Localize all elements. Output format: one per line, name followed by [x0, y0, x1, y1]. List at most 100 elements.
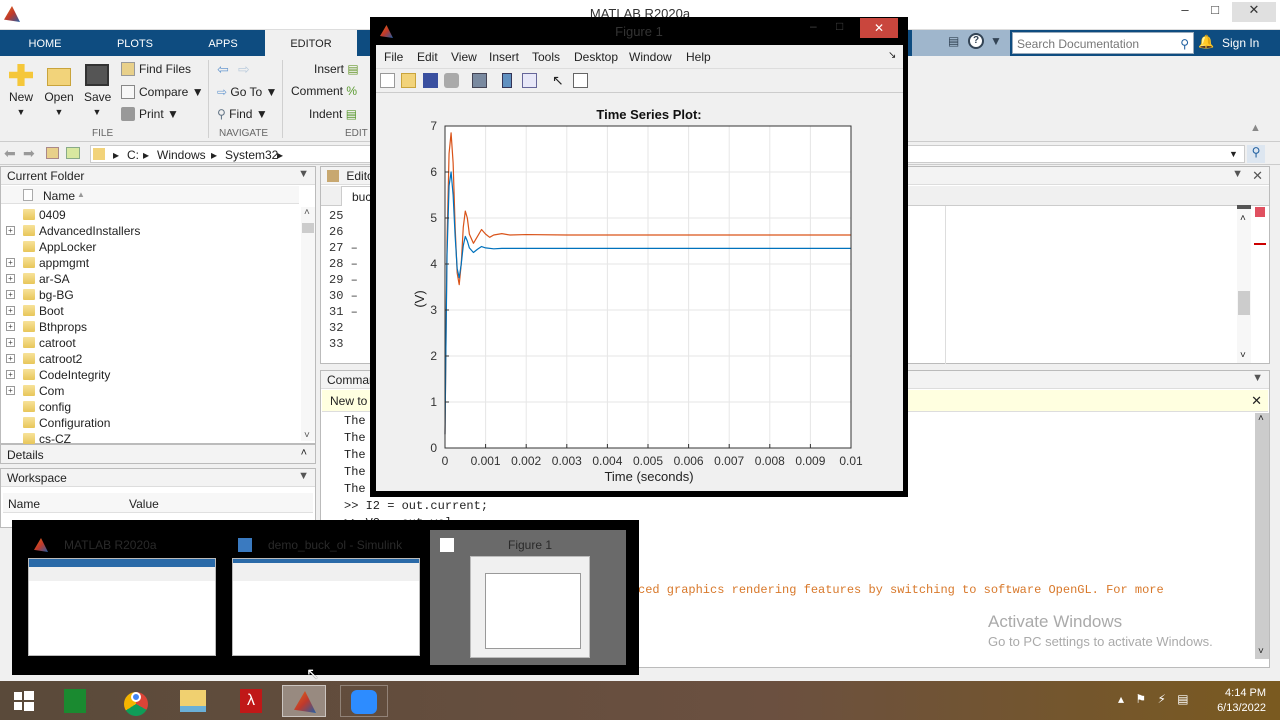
expand-icon[interactable]: + — [6, 386, 15, 395]
tab-editor[interactable]: EDITOR — [265, 30, 357, 56]
show-hidden-icons[interactable]: ▴ — [1118, 692, 1124, 706]
folder-item[interactable]: AppLocker — [1, 239, 299, 255]
menu-help[interactable]: Help — [686, 50, 711, 64]
breadcrumb-item[interactable]: Windows — [157, 148, 206, 162]
find-files-button[interactable]: Find Files — [121, 62, 191, 76]
panel-options-icon[interactable]: ▼ — [1252, 372, 1263, 384]
pointer-icon[interactable]: ↖ — [552, 73, 567, 88]
dock-figure-icon[interactable]: ↘ — [888, 50, 896, 61]
more-options-icon[interactable]: ▼ — [990, 34, 1002, 48]
folder-item[interactable]: + Boot — [1, 303, 299, 319]
folder-item[interactable]: + appmgmt — [1, 255, 299, 271]
expand-icon[interactable]: + — [6, 370, 15, 379]
back-arrow-icon[interactable]: ⇦ — [217, 61, 229, 78]
panel-options-icon[interactable]: ▼ — [1232, 168, 1243, 180]
chrome-icon[interactable] — [114, 685, 154, 717]
folder-item[interactable]: + CodeIntegrity — [1, 367, 299, 383]
up-folder-icon[interactable] — [46, 147, 59, 159]
menu-file[interactable]: File — [384, 50, 403, 64]
tab-home[interactable]: HOME — [10, 30, 80, 56]
tab-plots[interactable]: PLOTS — [100, 30, 170, 56]
legend-icon[interactable] — [522, 73, 537, 88]
insert-button[interactable]: Insert ▤ — [314, 62, 359, 76]
menu-view[interactable]: View — [451, 50, 477, 64]
folder-item[interactable]: + Bthprops — [1, 319, 299, 335]
switcher-item-matlab[interactable]: MATLAB R2020a — [24, 530, 220, 665]
panel-options-icon[interactable]: ▼ — [298, 470, 309, 482]
expand-icon[interactable]: + — [6, 290, 15, 299]
close-editor-icon[interactable]: ✕ — [1252, 168, 1263, 184]
folder-item[interactable]: Configuration — [1, 415, 299, 431]
search-folder-icon[interactable]: ⚲ — [1247, 145, 1265, 163]
folder-item[interactable]: + ar-SA — [1, 271, 299, 287]
minimize-button[interactable]: – — [1170, 2, 1200, 22]
value-column[interactable]: Value — [129, 497, 159, 511]
figure-close-button[interactable]: ✕ — [860, 18, 898, 38]
compare-button[interactable]: Compare ▼ — [121, 85, 204, 99]
column-header[interactable]: Name ▲ — [1, 186, 299, 204]
switcher-item-simulink[interactable]: demo_buck_ol - Simulink — [228, 530, 424, 665]
power-icon[interactable]: ⚡ — [1157, 692, 1165, 706]
network-icon[interactable]: ▤ — [1177, 692, 1188, 706]
forward-arrow-icon[interactable]: ⇨ — [238, 61, 250, 78]
print-figure-icon[interactable] — [444, 73, 459, 88]
error-marker[interactable] — [1254, 243, 1266, 245]
switcher-item-figure[interactable]: Figure 1 — [430, 530, 626, 665]
new-button[interactable]: New ▼ — [8, 64, 34, 118]
link-plot-icon[interactable] — [472, 73, 487, 88]
search-icon[interactable]: ⚲ — [1180, 37, 1189, 51]
expand-icon[interactable]: ˄ — [301, 447, 307, 459]
flag-icon[interactable]: ⚑ — [1135, 692, 1146, 706]
save-button[interactable]: Save ▼ — [84, 64, 111, 118]
maximize-button[interactable]: □ — [1200, 2, 1230, 22]
figure-minimize-button[interactable]: – — [810, 19, 817, 33]
command-scrollbar[interactable]: ˄ ˅ — [1255, 413, 1269, 659]
collapse-ribbon-icon[interactable]: ▲ — [1250, 122, 1261, 134]
expand-icon[interactable]: + — [6, 258, 15, 267]
name-column[interactable]: Name — [8, 497, 40, 511]
folder-item[interactable]: config — [1, 399, 299, 415]
menu-edit[interactable]: Edit — [417, 50, 438, 64]
forward-icon[interactable]: ➡ — [23, 145, 35, 162]
colorbar-icon[interactable] — [502, 73, 512, 88]
comment-button[interactable]: Comment % — [291, 84, 357, 98]
details-panel[interactable]: Details ˄ — [0, 444, 316, 464]
error-indicator-icon[interactable] — [1255, 207, 1265, 217]
close-button[interactable]: ✕ — [1232, 2, 1276, 22]
find-button[interactable]: ⚲ Find ▼ — [217, 107, 268, 121]
expand-icon[interactable]: + — [6, 306, 15, 315]
menu-insert[interactable]: Insert — [489, 50, 519, 64]
clock[interactable]: 4:14 PM 6/13/2022 — [1217, 686, 1266, 716]
zoom-icon[interactable] — [340, 685, 388, 717]
figure-maximize-button[interactable]: □ — [836, 19, 843, 33]
folder-item[interactable]: + catroot — [1, 335, 299, 351]
folder-scrollbar[interactable]: ˄ ˅ — [301, 207, 315, 441]
close-banner-icon[interactable]: ✕ — [1251, 393, 1262, 409]
menu-desktop[interactable]: Desktop — [574, 50, 618, 64]
open-button[interactable]: Open ▼ — [44, 64, 74, 118]
acrobat-icon[interactable]: λ — [230, 685, 270, 717]
save-figure-icon[interactable] — [423, 73, 438, 88]
open-file-icon[interactable] — [401, 73, 416, 88]
expand-icon[interactable]: + — [6, 354, 15, 363]
print-button[interactable]: Print ▼ — [121, 107, 179, 121]
sign-in-link[interactable]: Sign In — [1222, 30, 1259, 56]
store-icon[interactable] — [54, 685, 94, 717]
indent-button[interactable]: Indent ▤ — [309, 107, 357, 121]
breadcrumb-item[interactable]: System32 — [225, 148, 278, 162]
folder-item[interactable]: 0409 — [1, 207, 299, 223]
expand-icon[interactable]: + — [6, 226, 15, 235]
new-figure-icon[interactable] — [380, 73, 395, 88]
expand-icon[interactable]: + — [6, 338, 15, 347]
back-icon[interactable]: ⬅ — [4, 145, 16, 162]
breadcrumb-item[interactable]: C: — [127, 148, 139, 162]
tab-apps[interactable]: APPS — [188, 30, 258, 56]
panel-options-icon[interactable]: ▼ — [298, 168, 309, 180]
folder-item[interactable]: + bg-BG — [1, 287, 299, 303]
property-editor-icon[interactable] — [573, 73, 588, 88]
banner-text[interactable]: New to — [330, 394, 367, 408]
path-dropdown-icon[interactable]: ▼ — [1229, 149, 1238, 159]
menu-window[interactable]: Window — [629, 50, 672, 64]
name-column[interactable]: Name — [43, 189, 75, 203]
file-explorer-icon[interactable] — [172, 685, 212, 717]
